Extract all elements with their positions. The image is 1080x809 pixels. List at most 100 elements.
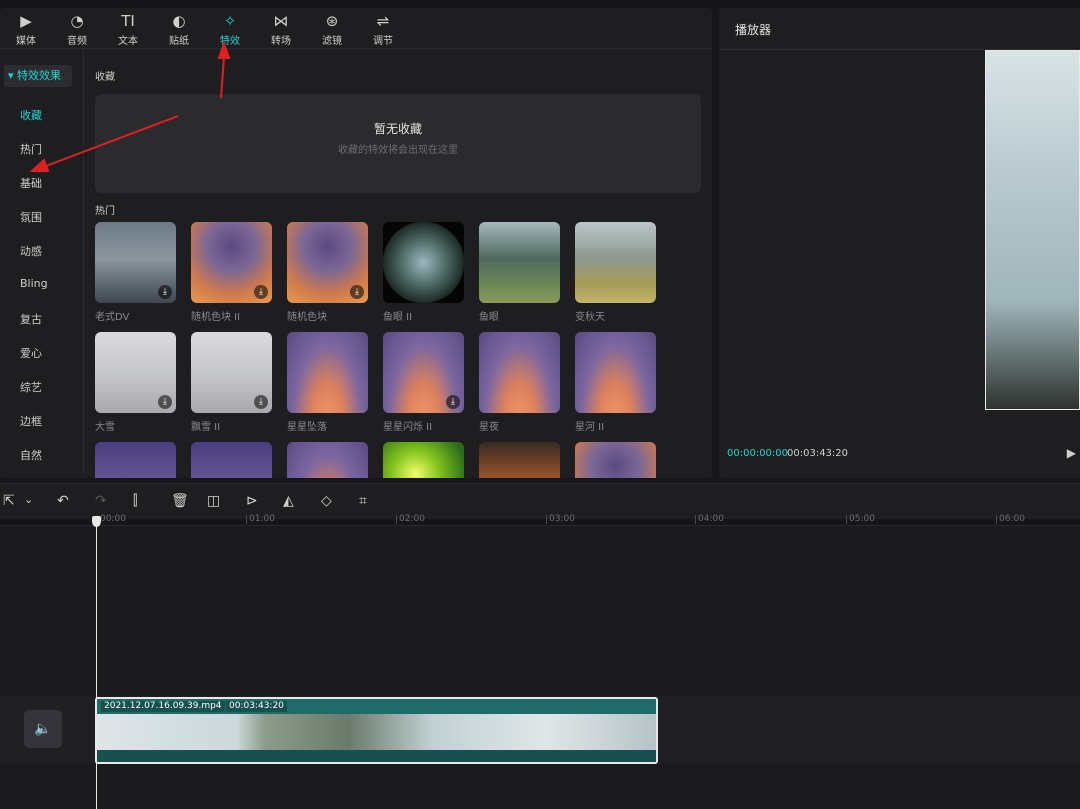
video-preview[interactable]	[985, 50, 1080, 410]
effect-card-partial[interactable]	[479, 442, 560, 478]
sidebar-item-favorites[interactable]: 收藏	[20, 107, 42, 123]
effect-label: 星星闪烁 II	[383, 422, 433, 433]
favorites-empty-title: 暂无收藏	[373, 122, 422, 136]
play-button[interactable]: ▶	[1067, 446, 1076, 460]
download-icon[interactable]: ⤓	[254, 285, 268, 299]
effect-label: 老式DV	[95, 312, 130, 323]
effect-thumbnail: ⤓	[191, 222, 272, 303]
sidebar-item-basic[interactable]: 基础	[20, 175, 42, 191]
select-tool-icon[interactable]: ⇱	[3, 493, 15, 509]
tab-label: 转场	[271, 36, 291, 47]
sidebar-item-border[interactable]: 边框	[20, 413, 42, 429]
playhead-line[interactable]	[96, 516, 97, 809]
audio-icon: ◔	[70, 12, 84, 30]
tick-label: 03:00	[549, 514, 575, 524]
tab-text[interactable]: TI 文本	[108, 11, 148, 49]
tab-media[interactable]: ▶ 媒体	[6, 11, 46, 49]
reverse-icon[interactable]: ⊳	[246, 493, 258, 509]
clip-thumbnails	[97, 714, 656, 750]
effect-card-twinkle-stars-2[interactable]: ⤓ 星星闪烁 II	[383, 332, 464, 433]
effect-card-heavy-snow[interactable]: ⤓ 大雪	[95, 332, 176, 433]
undo-icon[interactable]: ↶	[57, 493, 69, 509]
tab-effects[interactable]: ✧ 特效	[210, 11, 250, 49]
rotate-icon[interactable]: ◇	[321, 493, 332, 509]
effect-card-fisheye-2[interactable]: 鱼眼 II	[383, 222, 464, 323]
sidebar-item-atmosphere[interactable]: 氛围	[20, 209, 42, 225]
tick-mark	[396, 515, 397, 524]
sidebar-item-variety[interactable]: 综艺	[20, 379, 42, 395]
download-icon[interactable]: ⤓	[158, 395, 172, 409]
download-icon[interactable]: ⤓	[350, 285, 364, 299]
total-time: 00:03:43:20	[787, 448, 849, 459]
tab-label: 媒体	[16, 36, 36, 47]
effect-card-random-block-2[interactable]: ⤓ 随机色块 II	[191, 222, 272, 323]
effect-card-galaxy-2[interactable]: 星河 II	[575, 332, 656, 433]
playhead-handle[interactable]	[92, 516, 101, 527]
effect-thumbnail	[287, 332, 368, 413]
effect-label: 随机色块 II	[191, 312, 241, 323]
mute-track-button[interactable]: 🔈	[24, 710, 62, 748]
download-icon[interactable]: ⤓	[446, 395, 460, 409]
effect-thumbnail	[479, 442, 560, 478]
tab-transition[interactable]: ⋈ 转场	[261, 11, 301, 49]
effect-thumbnail	[575, 222, 656, 303]
sidebar-item-nature[interactable]: 自然	[20, 447, 42, 463]
effect-thumbnail	[479, 222, 560, 303]
download-icon[interactable]: ⤓	[158, 285, 172, 299]
effect-card-fisheye[interactable]: 鱼眼	[479, 222, 560, 323]
sidebar-item-hot[interactable]: 热门	[20, 141, 42, 157]
effect-card-falling-stars[interactable]: 星星坠落	[287, 332, 368, 433]
tab-audio[interactable]: ◔ 音频	[57, 11, 97, 49]
effect-card-old-dv[interactable]: ⤓ 老式DV	[95, 222, 176, 323]
download-icon[interactable]: ⤓	[254, 395, 268, 409]
crop-icon[interactable]: ⌗	[359, 493, 367, 509]
media-icon: ▶	[20, 12, 32, 30]
freeze-icon[interactable]: ◫	[207, 493, 220, 509]
effect-card-snowfall-2[interactable]: ⤓ 飘雪 II	[191, 332, 272, 433]
tick-label: 01:00	[249, 514, 275, 524]
effect-label: 变秋天	[575, 312, 605, 323]
effect-label: 鱼眼 II	[383, 312, 413, 323]
effect-card-partial[interactable]	[383, 442, 464, 478]
tab-sticker[interactable]: ◐ 贴纸	[159, 11, 199, 49]
redo-icon[interactable]: ↷	[95, 493, 107, 509]
transition-icon: ⋈	[273, 12, 289, 30]
sidebar-item-love[interactable]: 爱心	[20, 345, 42, 361]
tab-adjust[interactable]: ⇌ 调节	[363, 11, 403, 49]
clip-duration: 00:03:43:20	[226, 701, 287, 712]
split-icon[interactable]: ⫿	[133, 493, 137, 509]
effect-card-partial[interactable]	[191, 442, 272, 478]
tick-label: 05:00	[849, 514, 875, 524]
effect-card-partial[interactable]	[575, 442, 656, 478]
effect-thumbnail	[575, 332, 656, 413]
effect-thumbnail	[575, 442, 656, 478]
sidebar-item-bling[interactable]: Bling	[20, 277, 48, 290]
timeline-ruler[interactable]: 00:00 01:00 02:00 03:00 04:00 05:00 06:0…	[0, 514, 1080, 526]
tab-label: 文本	[118, 36, 138, 47]
mirror-icon[interactable]: ◭	[283, 493, 294, 509]
tick-mark	[246, 515, 247, 524]
category-group-header[interactable]: ▾ 特效效果	[4, 65, 72, 87]
tick-mark	[846, 515, 847, 524]
timeline-area[interactable]: 🔈	[0, 526, 1080, 809]
clip-waveform	[97, 750, 656, 762]
favorites-section-title: 收藏	[95, 72, 115, 83]
tick-label: 06:00	[999, 514, 1025, 524]
effect-card-partial[interactable]	[95, 442, 176, 478]
effect-label: 大雪	[95, 422, 115, 433]
tab-label: 特效	[220, 36, 240, 47]
chevron-down-icon[interactable]: ⌄	[24, 493, 33, 506]
video-clip[interactable]: 2021.12.07.16.09.39.mp4 00:03:43:20	[95, 697, 658, 764]
effect-card-partial[interactable]	[287, 442, 368, 478]
effect-label: 星星坠落	[287, 422, 327, 433]
tab-filter[interactable]: ⊛ 滤镜	[312, 11, 352, 49]
effect-card-starry-night[interactable]: 星夜	[479, 332, 560, 433]
sidebar-item-retro[interactable]: 复古	[20, 311, 42, 327]
delete-icon[interactable]: 🗑	[171, 493, 189, 509]
effect-thumbnail: ⤓	[95, 332, 176, 413]
sidebar-item-dynamic[interactable]: 动感	[20, 243, 42, 259]
effect-card-random-block[interactable]: ⤓ 随机色块	[287, 222, 368, 323]
text-icon: TI	[121, 12, 135, 30]
effect-card-autumn[interactable]: 变秋天	[575, 222, 656, 323]
effect-thumbnail	[479, 332, 560, 413]
